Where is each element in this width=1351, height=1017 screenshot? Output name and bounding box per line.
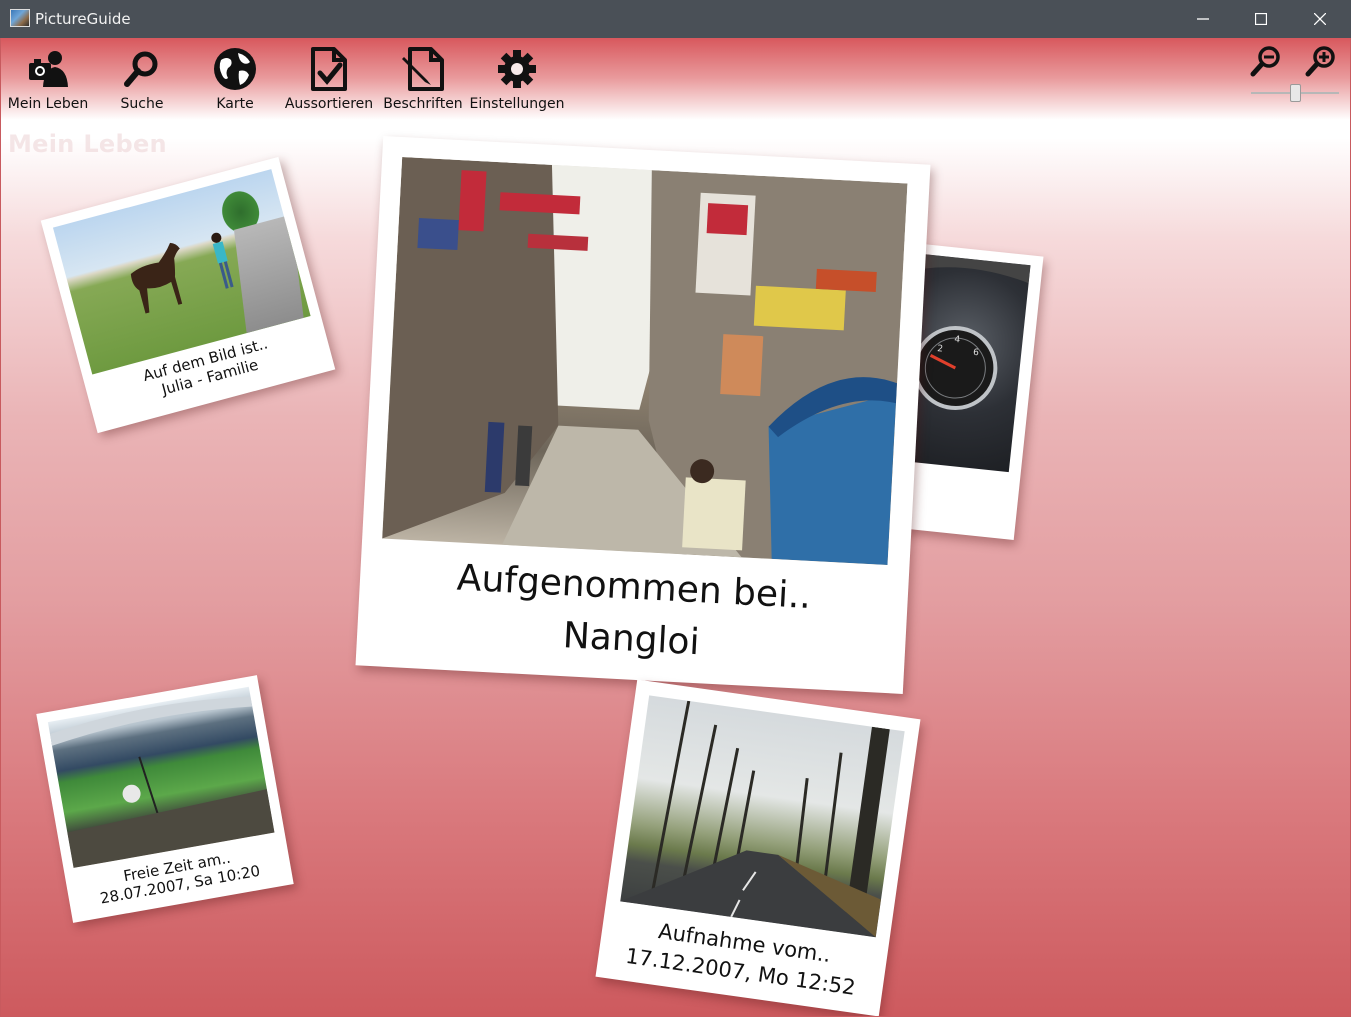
- zoom-slider[interactable]: [1251, 82, 1339, 104]
- toolbar-aussortieren-button[interactable]: Aussortieren: [284, 46, 374, 116]
- page-title: Mein Leben: [8, 130, 167, 158]
- photo-card-horse[interactable]: Auf dem Bild ist.. Julia - Familie: [40, 156, 336, 434]
- minimize-button[interactable]: [1174, 0, 1232, 38]
- photo-card-road[interactable]: Aufnahme vom.. 17.12.2007, Mo 12:52: [595, 679, 921, 1016]
- globe-icon: [212, 46, 258, 92]
- toolbar-label: Aussortieren: [284, 96, 374, 112]
- photo-road-shape: [234, 214, 304, 334]
- toolbar-karte-button[interactable]: Karte: [190, 46, 280, 116]
- close-icon: [1314, 13, 1326, 25]
- zoom-in-button[interactable]: [1304, 44, 1338, 78]
- document-check-icon: [306, 46, 352, 92]
- photo-image: [47, 686, 275, 868]
- main-canvas: Mein Leben Suche Karte Aussortieren Besc…: [1, 38, 1350, 1016]
- people-photo-icon: [25, 46, 71, 92]
- toolbar-label: Einstellungen: [469, 96, 565, 112]
- toolbar-label: Mein Leben: [7, 96, 89, 112]
- toolbar-suche-button[interactable]: Suche: [97, 46, 187, 116]
- photo-card-street[interactable]: Aufgenommen bei.. Nangloi: [355, 136, 931, 694]
- toolbar-beschriften-button[interactable]: Beschriften: [378, 46, 468, 116]
- zoom-in-icon: [1305, 46, 1335, 77]
- photo-card-stadium[interactable]: Freie Zeit am.. 28.07.2007, Sa 10:20: [36, 675, 294, 923]
- gear-icon: [494, 46, 540, 92]
- photo-image: [620, 695, 905, 938]
- maximize-button[interactable]: [1232, 0, 1290, 38]
- toolbar-label: Suche: [120, 96, 164, 112]
- photo-image: [382, 157, 908, 566]
- close-button[interactable]: [1291, 0, 1349, 38]
- horse-shape: [130, 242, 183, 314]
- toolbar-label: Beschriften: [383, 96, 463, 112]
- app-logo-icon: [10, 9, 30, 27]
- document-edit-icon: [400, 46, 446, 92]
- toolbar-einstellungen-button[interactable]: Einstellungen: [469, 46, 565, 116]
- zoom-out-icon: [1250, 46, 1280, 77]
- window-title: PictureGuide: [35, 10, 131, 28]
- svg-text:2: 2: [937, 344, 944, 355]
- zoom-out-button[interactable]: [1249, 44, 1283, 78]
- photo-caption: Aufgenommen bei.. Nangloi: [356, 547, 909, 680]
- toolbar-label: Karte: [216, 96, 254, 112]
- minimize-icon: [1197, 18, 1209, 20]
- maximize-icon: [1255, 13, 1267, 25]
- search-icon: [119, 46, 165, 92]
- toolbar-mein-leben-button[interactable]: Mein Leben: [3, 46, 93, 116]
- title-bar: PictureGuide: [0, 0, 1351, 38]
- zoom-slider-thumb[interactable]: [1290, 84, 1301, 102]
